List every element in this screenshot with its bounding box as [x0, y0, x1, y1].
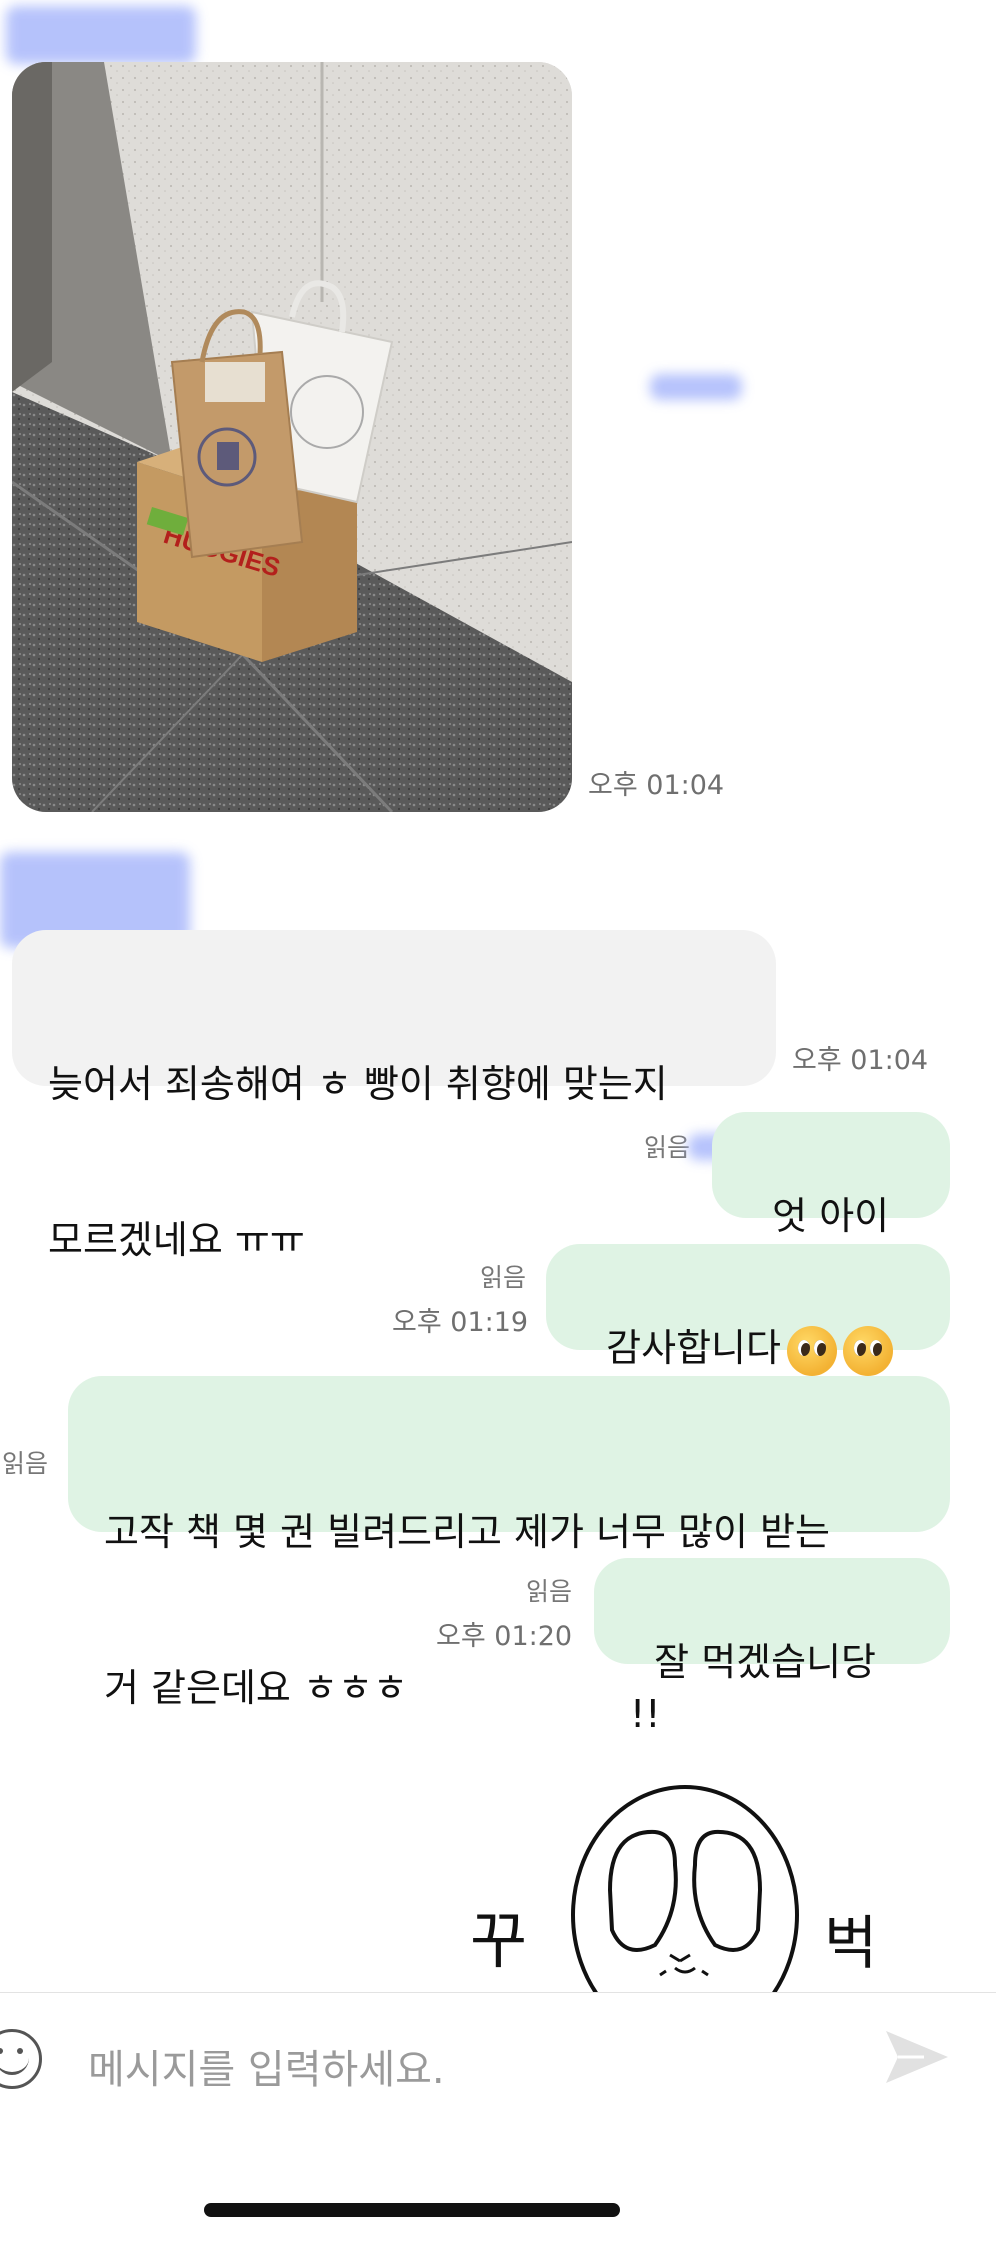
emoji-icon[interactable] — [0, 2029, 42, 2089]
outgoing-message-text: 감사합니다 — [606, 1326, 781, 1370]
home-indicator — [204, 2203, 620, 2217]
sticker-text-left: 꾸 — [470, 1904, 528, 1977]
outgoing-message-bubble[interactable]: 고작 책 몇 권 빌려드리고 제가 너무 많이 받는 거 같은데요 ㅎㅎㅎ — [68, 1376, 950, 1710]
pleading-face-emoji — [842, 1325, 893, 1376]
read-receipt: 읽음 — [526, 1577, 573, 1606]
message-input[interactable]: 메시지를 입력하세요. — [88, 2037, 445, 2095]
redacted-mark — [650, 374, 742, 400]
sticker-text-right: 벅 — [824, 1909, 878, 1977]
read-receipt: 읽음 — [480, 1263, 527, 1292]
read-receipt: 읽음 — [644, 1133, 691, 1162]
photo-timestamp: 오후 01:04 — [588, 770, 725, 801]
read-receipt: 읽음 — [2, 1449, 49, 1478]
outgoing-timestamp: 오후 01:20 — [436, 1621, 573, 1652]
send-icon[interactable] — [884, 2027, 950, 2087]
sender-name-redacted — [6, 6, 196, 64]
outgoing-message-bubble[interactable]: 감사합니다 — [546, 1244, 950, 1376]
photo-attachment[interactable]: HUGGIES — [12, 62, 572, 812]
incoming-message-line-1: 늦어서 죄송해여 ㅎ 빵이 취향에 맞는지 — [48, 1062, 668, 1106]
incoming-message-bubble[interactable]: 늦어서 죄송해여 ㅎ 빵이 취향에 맞는지 모르겠네요 ㅠㅠ — [12, 930, 776, 1262]
outgoing-timestamp: 오후 01:19 — [392, 1307, 529, 1338]
outgoing-message-bubble[interactable]: 엇 아이고 — [712, 1112, 950, 1290]
outgoing-message-bubble[interactable]: 잘 먹겠습니당 !! — [594, 1558, 950, 1736]
outgoing-message-line-1: 고작 책 몇 권 빌려드리고 제가 너무 많이 받는 — [104, 1510, 830, 1554]
pleading-face-emoji — [786, 1325, 837, 1376]
incoming-timestamp: 오후 01:04 — [792, 1045, 929, 1076]
